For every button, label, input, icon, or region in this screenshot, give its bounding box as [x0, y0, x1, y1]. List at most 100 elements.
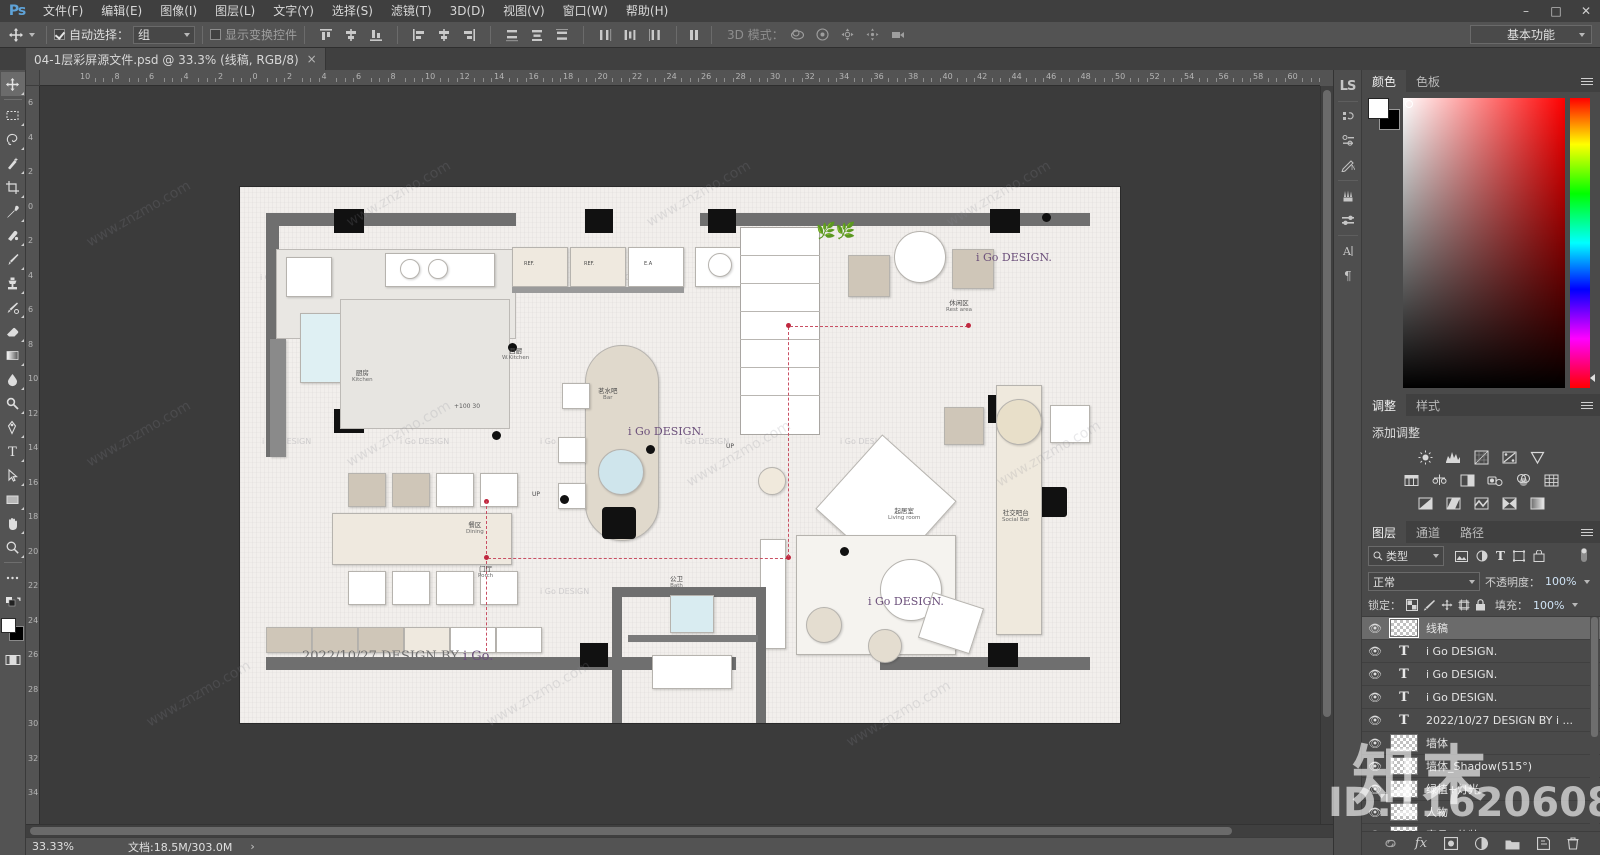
fill-value[interactable]: 100%: [1533, 599, 1564, 612]
blend-mode-dropdown[interactable]: 正常: [1368, 572, 1480, 591]
close-icon[interactable]: ✕: [1578, 3, 1594, 19]
pen-tool[interactable]: [1, 415, 25, 439]
paragraph-icon[interactable]: ¶: [1335, 263, 1361, 287]
layer-row-date-text[interactable]: 👁 T 2022/10/27 DESIGN BY i ...: [1362, 709, 1600, 732]
hue-slider-marker[interactable]: [1590, 374, 1595, 382]
canvas-horizontal-scrollbar[interactable]: [26, 824, 1333, 837]
brush-settings-icon[interactable]: [1335, 184, 1361, 208]
tool-presets-icon[interactable]: [1335, 208, 1361, 232]
library-cc-icon[interactable]: LS: [1335, 74, 1361, 98]
history-brush-tool[interactable]: [1, 295, 25, 319]
menu-window[interactable]: 窗口(W): [554, 0, 617, 22]
layer-name[interactable]: 墙体_Shadow(515°): [1426, 758, 1532, 774]
layer-name[interactable]: 人物: [1426, 804, 1448, 820]
menu-layer[interactable]: 图层(L): [206, 0, 264, 22]
selective-color-icon[interactable]: [1529, 495, 1546, 511]
horizontal-type-tool[interactable]: T: [1, 439, 25, 463]
distribute-left-edges-icon[interactable]: [595, 25, 615, 45]
layer-row-line-art[interactable]: 👁 线稿: [1362, 617, 1600, 640]
gradient-map-icon[interactable]: [1501, 495, 1518, 511]
scrollbar-thumb[interactable]: [1323, 90, 1331, 718]
menu-edit[interactable]: 编辑(E): [92, 0, 151, 22]
eye-icon[interactable]: 👁: [1368, 668, 1382, 681]
hand-tool[interactable]: [1, 511, 25, 535]
quick-mask-icon[interactable]: [1, 648, 25, 672]
lock-image-pixels-icon[interactable]: [1423, 599, 1436, 611]
align-top-edges-icon[interactable]: [316, 25, 336, 45]
align-horizontal-centers-icon[interactable]: [434, 25, 454, 45]
layer-row-walls[interactable]: 👁 墙体: [1362, 732, 1600, 755]
blur-tool[interactable]: [1, 367, 25, 391]
layer-name[interactable]: 线稿: [1426, 620, 1448, 636]
color-spectrum-field[interactable]: [1403, 98, 1565, 388]
tab-layers[interactable]: 图层: [1362, 521, 1407, 543]
eye-icon[interactable]: 👁: [1368, 645, 1382, 658]
move-tool-icon[interactable]: [4, 27, 39, 43]
path-selection-tool[interactable]: [1, 463, 25, 487]
history-icon[interactable]: [1335, 105, 1361, 129]
eye-icon[interactable]: 👁: [1368, 829, 1382, 832]
layer-name[interactable]: i Go DESIGN.: [1426, 668, 1497, 681]
vibrance-icon[interactable]: [1529, 449, 1546, 465]
scrollbar-thumb[interactable]: [1591, 617, 1598, 737]
color-swatches[interactable]: [1368, 98, 1400, 130]
color-swatches[interactable]: [0, 618, 25, 644]
dodge-tool[interactable]: [1, 391, 25, 415]
menu-file[interactable]: 文件(F): [34, 0, 92, 22]
posterize-icon[interactable]: [1445, 495, 1462, 511]
layer-name[interactable]: i Go DESIGN.: [1426, 645, 1497, 658]
layer-thumbnail-type[interactable]: T: [1390, 644, 1418, 659]
align-bottom-edges-icon[interactable]: [366, 25, 386, 45]
menu-type[interactable]: 文字(Y): [264, 0, 323, 22]
layer-row-text-3[interactable]: 👁 T i Go DESIGN.: [1362, 686, 1600, 709]
menu-select[interactable]: 选择(S): [323, 0, 382, 22]
layer-row-text-2[interactable]: 👁 T i Go DESIGN.: [1362, 663, 1600, 686]
black-white-icon[interactable]: [1459, 472, 1476, 488]
fill-chevron-down-icon[interactable]: [1572, 603, 1579, 607]
photo-filter-icon[interactable]: [1487, 472, 1504, 488]
orbit-3d-icon[interactable]: [788, 25, 808, 45]
auto-select-checkbox[interactable]: [54, 29, 65, 40]
layer-style-fx-icon[interactable]: fx: [1415, 836, 1427, 851]
default-colors-icon[interactable]: [1, 590, 25, 614]
eye-icon[interactable]: 👁: [1368, 622, 1382, 635]
distribute-right-edges-icon[interactable]: [645, 25, 665, 45]
status-expand-arrow[interactable]: ›: [250, 840, 254, 853]
rectangle-tool[interactable]: [1, 487, 25, 511]
levels-icon[interactable]: [1445, 449, 1462, 465]
rectangular-marquee-tool[interactable]: [1, 103, 25, 127]
eye-icon[interactable]: 👁: [1368, 714, 1382, 727]
layer-thumbnail-type[interactable]: T: [1390, 667, 1418, 682]
layer-thumbnail[interactable]: [1390, 757, 1418, 775]
layer-filter-type-dropdown[interactable]: 类型: [1368, 546, 1444, 566]
layer-thumbnail[interactable]: [1390, 826, 1418, 831]
auto-select-scope-dropdown[interactable]: 组: [133, 25, 196, 44]
eye-icon[interactable]: 👁: [1368, 760, 1382, 773]
opacity-value[interactable]: 100%: [1545, 575, 1576, 588]
layer-row-text-1[interactable]: 👁 T i Go DESIGN.: [1362, 640, 1600, 663]
tab-adjustments[interactable]: 调整: [1362, 394, 1407, 416]
move-tool[interactable]: [0, 72, 25, 96]
eraser-tool[interactable]: [1, 319, 25, 343]
eye-icon[interactable]: 👁: [1368, 691, 1382, 704]
lock-artboard-icon[interactable]: [1458, 599, 1470, 611]
minimize-icon[interactable]: –: [1518, 3, 1534, 19]
foreground-color-swatch[interactable]: [1368, 98, 1389, 119]
align-left-edges-icon[interactable]: [409, 25, 429, 45]
distribute-spacing-icon[interactable]: [684, 25, 704, 45]
menu-3d[interactable]: 3D(D): [441, 0, 494, 22]
exposure-icon[interactable]: [1501, 449, 1518, 465]
eye-icon[interactable]: 👁: [1368, 806, 1382, 819]
distribute-horizontal-centers-icon[interactable]: [620, 25, 640, 45]
quick-selection-tool[interactable]: [1, 151, 25, 175]
crop-tool[interactable]: [1, 175, 25, 199]
layer-thumbnail[interactable]: [1390, 803, 1418, 821]
eyedropper-tool[interactable]: [1, 199, 25, 223]
layer-row-people[interactable]: 👁 人物: [1362, 801, 1600, 824]
layer-thumbnail-type[interactable]: T: [1390, 713, 1418, 728]
delete-layer-icon[interactable]: [1567, 837, 1579, 850]
floor-plan-document[interactable]: i Go DESIGN i Go DESIGN i Go DESIGN i Go…: [240, 187, 1120, 723]
layer-name[interactable]: 绿植+灯光: [1426, 781, 1479, 797]
brightness-contrast-icon[interactable]: [1417, 449, 1434, 465]
edit-toolbar-tool[interactable]: [1, 566, 25, 590]
